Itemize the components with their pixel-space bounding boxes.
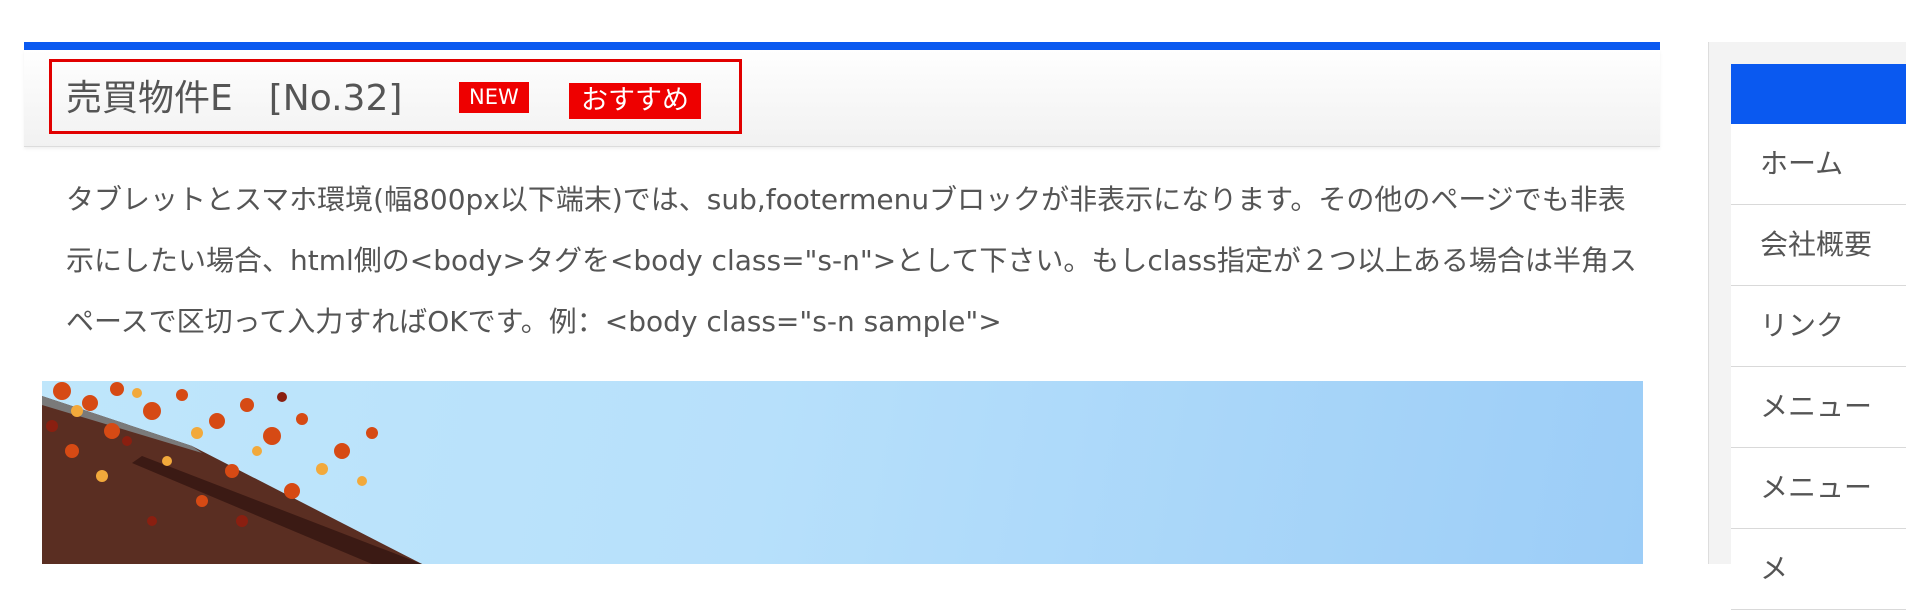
article-body-text: タブレットとスマホ環境(幅800px以下端末)では、sub,footermenu…: [66, 183, 1637, 338]
article-title: 売買物件E [No.32]: [66, 78, 403, 119]
sidebar-item-menu-1[interactable]: メニュー: [1731, 367, 1906, 448]
sidebar: ホーム 会社概要 リンク メニュー メニュー メ: [1708, 42, 1906, 610]
sidebar-item-menu-3[interactable]: メ: [1731, 529, 1906, 610]
article-photo: [42, 381, 1643, 564]
main-content: 売買物件E [No.32] NEW おすすめ: [24, 42, 1660, 147]
recommend-badge: おすすめ: [569, 83, 701, 119]
sidebar-item-links[interactable]: リンク: [1731, 286, 1906, 367]
sidebar-item-company[interactable]: 会社概要: [1731, 205, 1906, 286]
sidebar-menu: ホーム 会社概要 リンク メニュー メニュー メ: [1731, 124, 1906, 610]
sidebar-menu-header: [1731, 64, 1906, 124]
article-title-band: 売買物件E [No.32] NEW おすすめ: [24, 50, 1660, 147]
sidebar-item-menu-2[interactable]: メニュー: [1731, 448, 1906, 529]
photo-illustration: [42, 382, 422, 564]
new-badge: NEW: [459, 82, 529, 113]
sidebar-item-home[interactable]: ホーム: [1731, 124, 1906, 205]
title-top-accent-bar: [24, 42, 1660, 50]
